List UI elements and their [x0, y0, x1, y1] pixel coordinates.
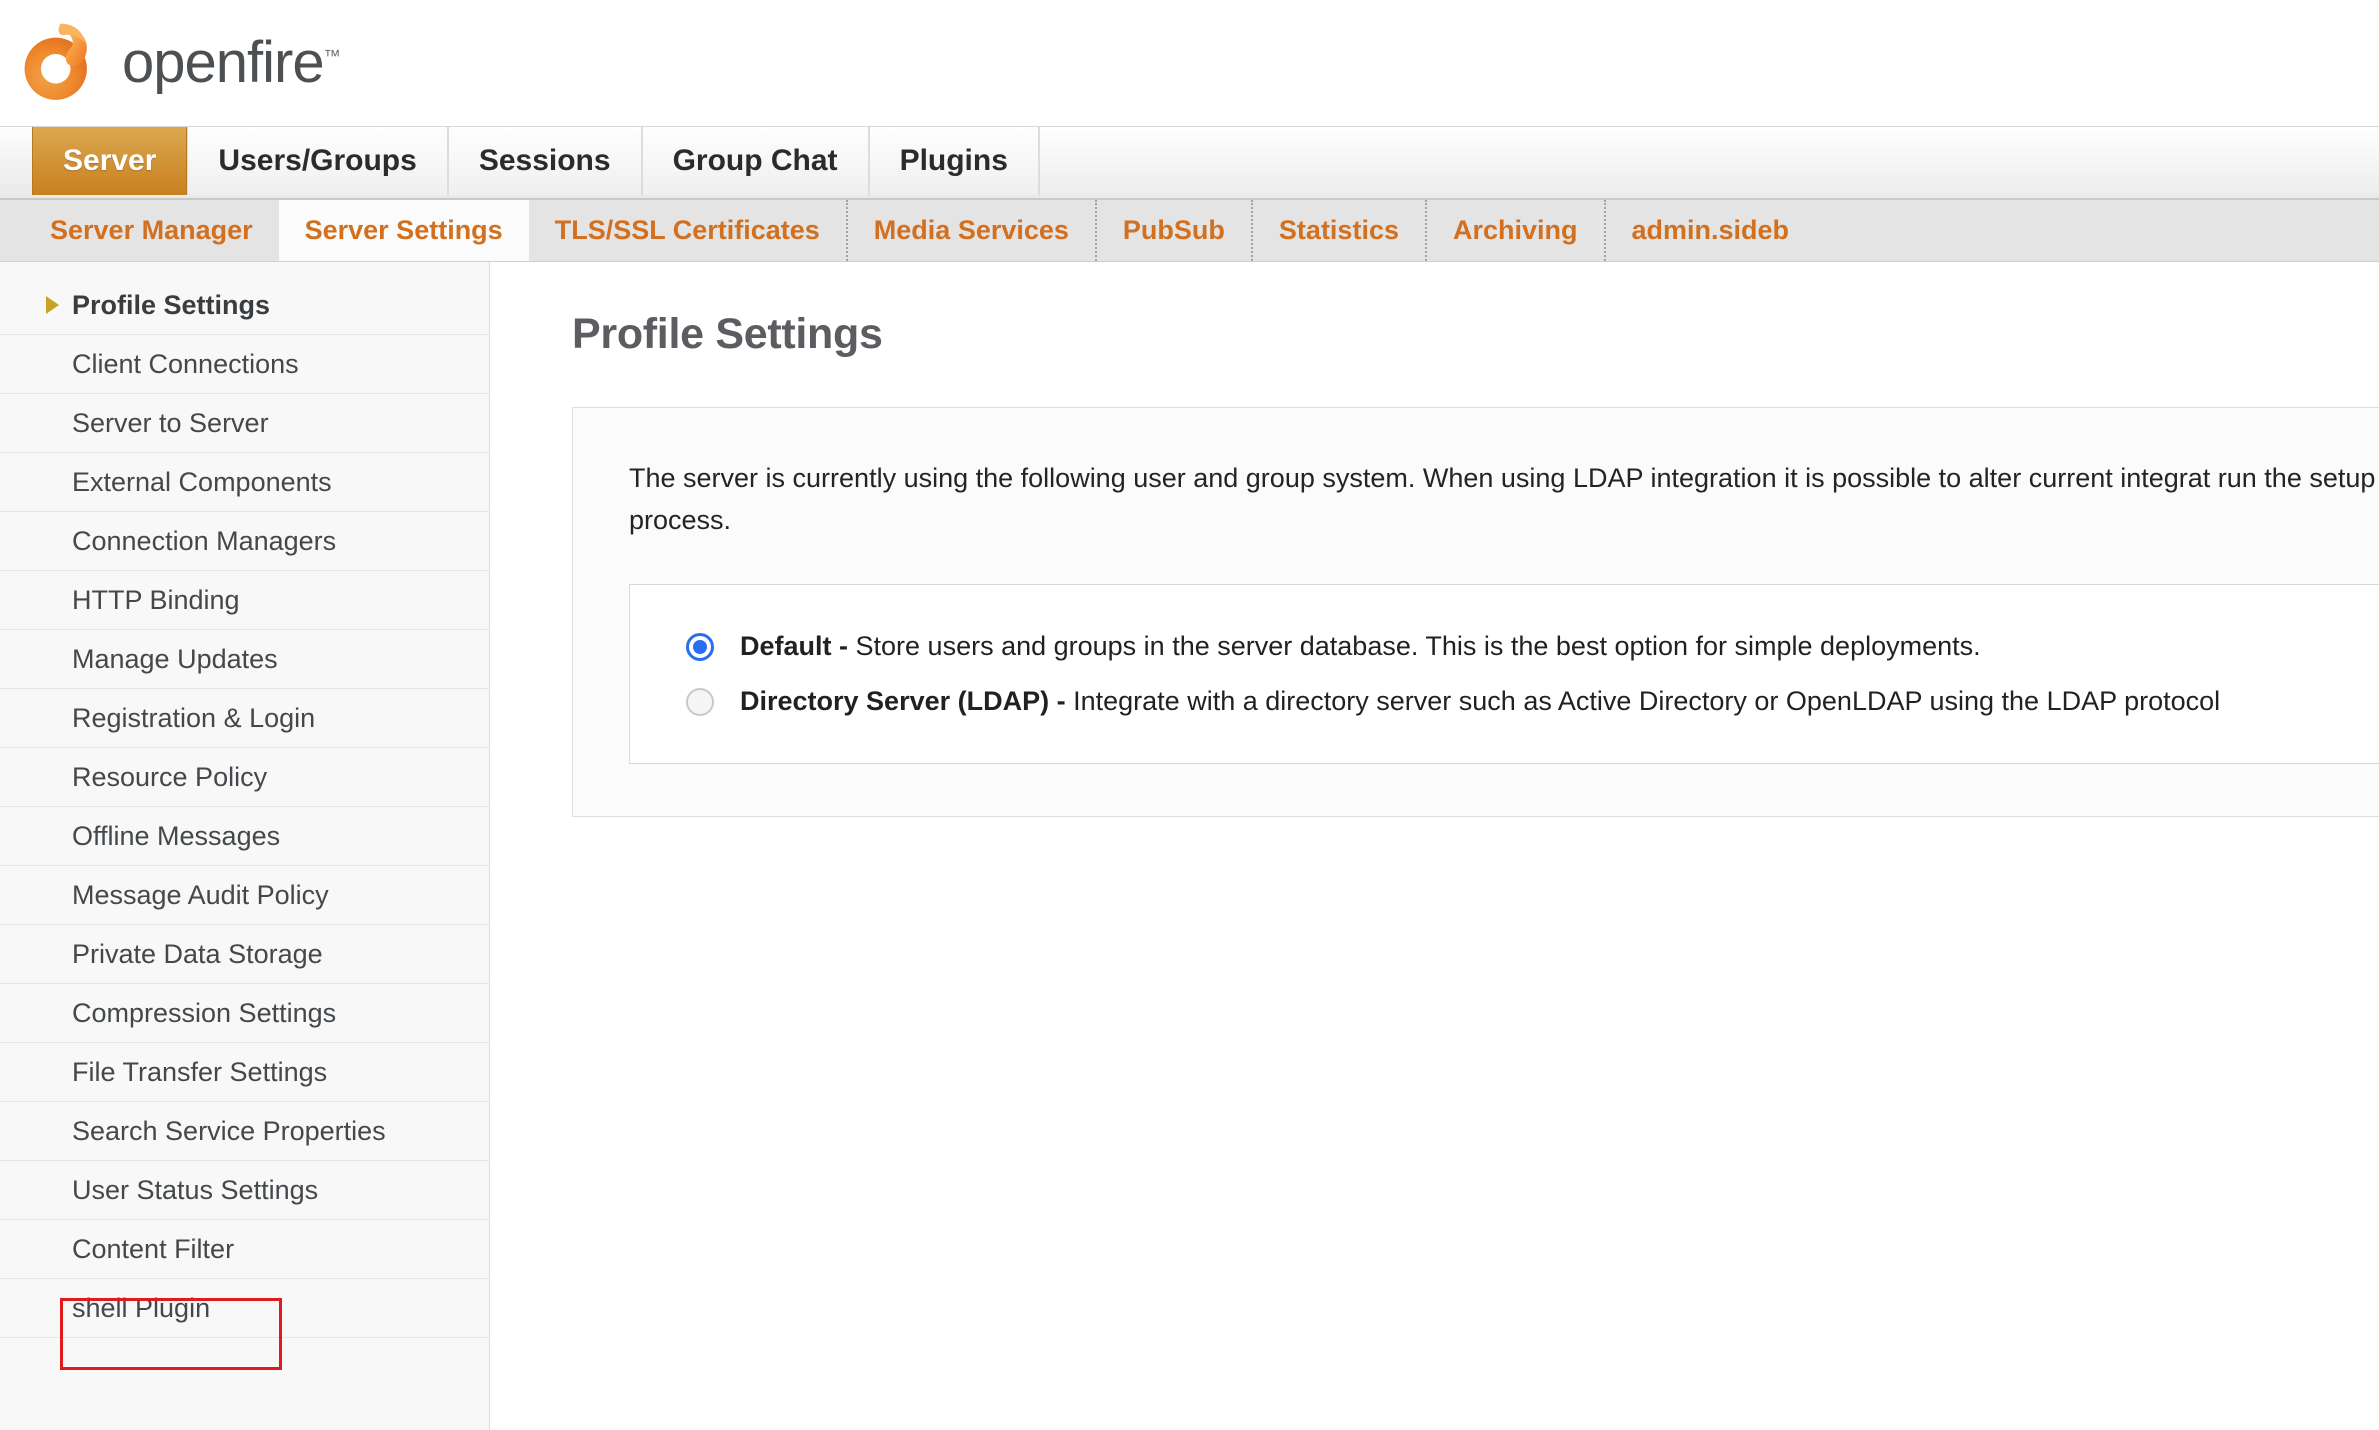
sidebar-item-label: File Transfer Settings — [72, 1056, 328, 1087]
radio-default[interactable] — [686, 632, 714, 661]
tab-plugins[interactable]: Plugins — [868, 127, 1039, 195]
sidebar-item-label: HTTP Binding — [72, 584, 240, 615]
sidebar-item-label: Server to Server — [72, 407, 269, 438]
tab-group-chat[interactable]: Group Chat — [641, 127, 869, 195]
sidebar-item-label: User Status Settings — [72, 1174, 319, 1205]
subtab-label: Archiving — [1452, 215, 1578, 245]
sidebar-item-label: Content Filter — [72, 1233, 235, 1264]
option-description-ldap: Integrate with a directory server such a… — [1073, 685, 2221, 716]
option-row-ldap[interactable]: Directory Server (LDAP) - Integrate with… — [630, 674, 2379, 729]
option-label-default: Default - — [740, 630, 848, 661]
content-area: Profile Settings Client Connections Serv… — [0, 262, 2379, 1430]
brand-wordmark: openfire™ — [122, 34, 341, 92]
sidebar-item-label: External Components — [72, 466, 332, 497]
sidebar-item-offline-messages[interactable]: Offline Messages — [0, 807, 489, 866]
sidebar-item-manage-updates[interactable]: Manage Updates — [0, 630, 489, 689]
subtab-tls-ssl-certificates[interactable]: TLS/SSL Certificates — [529, 200, 846, 261]
subtab-label: admin.sideb — [1631, 215, 1790, 245]
brand-logo[interactable]: openfire™ — [18, 22, 341, 104]
tab-server[interactable]: Server — [32, 127, 188, 195]
page-title: Profile Settings — [572, 310, 883, 358]
sidebar-item-label: Manage Updates — [72, 643, 278, 674]
trademark-symbol: ™ — [323, 46, 341, 66]
sidebar-bottom-filler — [0, 1338, 489, 1430]
subtab-pubsub[interactable]: PubSub — [1094, 200, 1251, 261]
subtab-server-settings[interactable]: Server Settings — [278, 200, 529, 261]
option-text-ldap: Directory Server (LDAP) - Integrate with… — [740, 682, 2220, 721]
primary-tab-bar: Server Users/Groups Sessions Group Chat … — [0, 126, 2379, 200]
option-label-ldap: Directory Server (LDAP) - — [740, 685, 1066, 716]
sidebar-item-external-components[interactable]: External Components — [0, 453, 489, 512]
sidebar-item-message-audit-policy[interactable]: Message Audit Policy — [0, 866, 489, 925]
tab-users-groups[interactable]: Users/Groups — [187, 127, 448, 195]
sidebar-item-label: Offline Messages — [72, 820, 281, 851]
subtab-label: Statistics — [1278, 215, 1399, 245]
tab-label: Server — [63, 144, 157, 177]
sidebar-item-connection-managers[interactable]: Connection Managers — [0, 512, 489, 571]
subtab-media-services[interactable]: Media Services — [845, 200, 1095, 261]
radio-directory-server-ldap[interactable] — [686, 687, 714, 716]
sidebar-item-registration-login[interactable]: Registration & Login — [0, 689, 489, 748]
sidebar-item-label: Resource Policy — [72, 761, 268, 792]
sidebar-item-profile-settings[interactable]: Profile Settings — [0, 276, 489, 335]
main-panel: Profile Settings The server is currently… — [490, 262, 2379, 1430]
sidebar-item-private-data-storage[interactable]: Private Data Storage — [0, 925, 489, 984]
profile-settings-panel: The server is currently using the follow… — [572, 407, 2379, 817]
subtab-label: TLS/SSL Certificates — [554, 215, 820, 245]
subtab-admin-sidebar[interactable]: admin.sideb — [1603, 200, 1816, 261]
sidebar-item-client-connections[interactable]: Client Connections — [0, 335, 489, 394]
sidebar-item-label: shell Plugin — [72, 1292, 211, 1323]
triangle-right-icon — [46, 296, 59, 314]
tab-sessions[interactable]: Sessions — [447, 127, 642, 195]
brand-name: openfire — [122, 30, 325, 95]
sidebar-item-compression-settings[interactable]: Compression Settings — [0, 984, 489, 1043]
tab-bar-filler — [1038, 127, 2379, 195]
sidebar-item-search-service-properties[interactable]: Search Service Properties — [0, 1102, 489, 1161]
sidebar-item-resource-policy[interactable]: Resource Policy — [0, 748, 489, 807]
sidebar-item-label: Profile Settings — [72, 289, 271, 320]
panel-intro-text: The server is currently using the follow… — [629, 463, 2376, 535]
option-text-default: Default - Store users and groups in the … — [740, 627, 1981, 666]
sidebar-item-label: Registration & Login — [72, 702, 316, 733]
tab-label: Plugins — [899, 144, 1008, 177]
subtab-server-manager[interactable]: Server Manager — [24, 200, 279, 261]
sidebar-item-file-transfer-settings[interactable]: File Transfer Settings — [0, 1043, 489, 1102]
secondary-tab-bar: Server Manager Server Settings TLS/SSL C… — [0, 200, 2379, 262]
sidebar-nav: Profile Settings Client Connections Serv… — [0, 262, 490, 1430]
sidebar-item-user-status-settings[interactable]: User Status Settings — [0, 1161, 489, 1220]
sidebar-item-label: Compression Settings — [72, 997, 337, 1028]
subtab-label: PubSub — [1122, 215, 1225, 245]
subtab-label: Media Services — [873, 215, 1069, 245]
tab-label: Group Chat — [672, 144, 838, 177]
sidebar-item-label: Search Service Properties — [72, 1115, 386, 1146]
sidebar-item-shell-plugin[interactable]: shell Plugin — [0, 1279, 489, 1338]
sidebar-item-server-to-server[interactable]: Server to Server — [0, 394, 489, 453]
user-group-system-option-group: Default - Store users and groups in the … — [629, 583, 2379, 764]
openfire-flame-circle-logo — [18, 22, 100, 104]
tab-label: Users/Groups — [218, 144, 417, 177]
sidebar-item-content-filter[interactable]: Content Filter — [0, 1220, 489, 1279]
option-description-default: Store users and groups in the server dat… — [855, 630, 1981, 661]
sidebar-item-label: Private Data Storage — [72, 938, 323, 969]
subtab-statistics[interactable]: Statistics — [1250, 200, 1425, 261]
sidebar-item-http-binding[interactable]: HTTP Binding — [0, 571, 489, 630]
openfire-admin-console: openfire™ Server Users/Groups Sessions G… — [0, 0, 2379, 1430]
sidebar-item-label: Connection Managers — [72, 525, 337, 556]
subtab-label: Server Settings — [304, 215, 503, 245]
page-header: openfire™ — [0, 0, 2379, 126]
sidebar-item-label: Client Connections — [72, 348, 299, 379]
sidebar-item-label: Message Audit Policy — [72, 879, 329, 910]
option-row-default[interactable]: Default - Store users and groups in the … — [630, 619, 2379, 674]
tab-label: Sessions — [478, 144, 611, 177]
subtab-archiving[interactable]: Archiving — [1424, 200, 1604, 261]
subtab-label: Server Manager — [50, 215, 253, 245]
